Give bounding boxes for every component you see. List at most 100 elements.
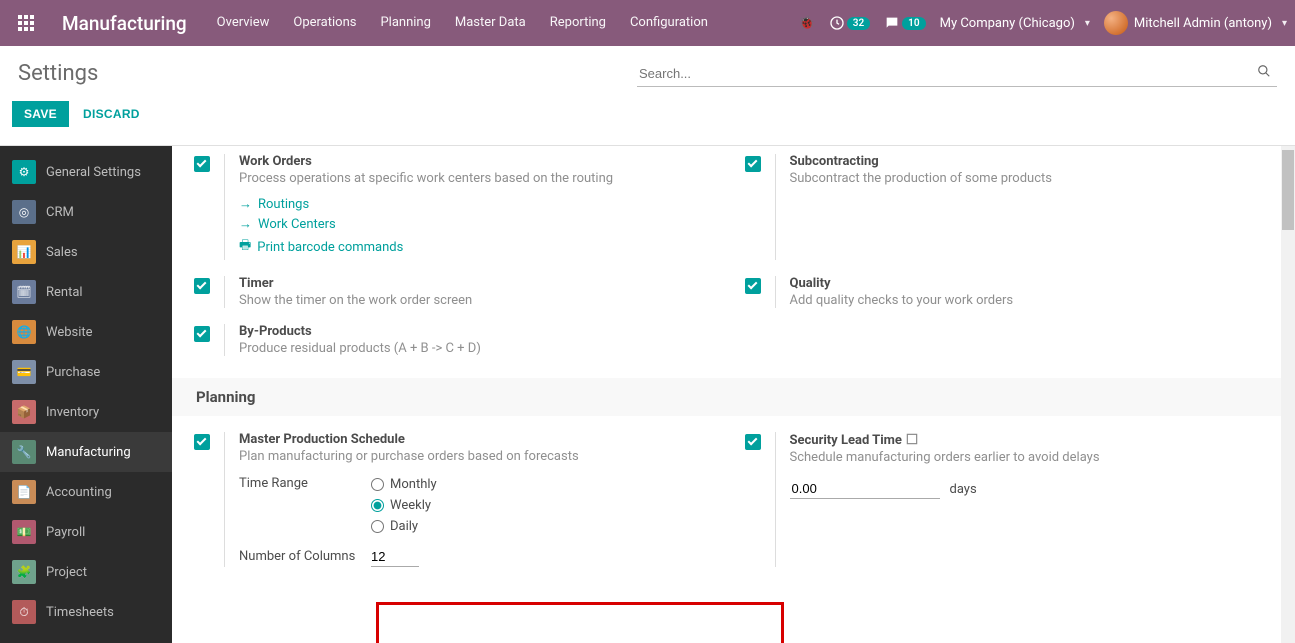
sidebar-item-label: Rental (46, 285, 83, 300)
page-title: Settings (18, 61, 98, 86)
accounting-icon: 📄 (12, 480, 36, 504)
sales-icon: 📊 (12, 240, 36, 264)
setting-desc: Process operations at specific work cent… (239, 171, 725, 186)
checkbox-byproducts[interactable] (194, 326, 210, 342)
nav-reporting[interactable]: Reporting (538, 0, 618, 46)
setting-desc: Plan manufacturing or purchase orders ba… (239, 449, 725, 464)
radio-monthly[interactable] (371, 478, 384, 491)
sidebar-item-rental[interactable]: 🗓 Rental (0, 272, 172, 312)
days-unit: days (950, 482, 977, 497)
sidebar-item-label: Inventory (46, 405, 99, 420)
company-name: My Company (Chicago) (940, 16, 1075, 31)
inventory-icon: 📦 (12, 400, 36, 424)
lead-time-input[interactable] (790, 479, 940, 499)
nav-operations[interactable]: Operations (281, 0, 368, 46)
search-bar[interactable] (637, 60, 1277, 87)
checkbox-quality[interactable] (745, 278, 761, 294)
sidebar-item-inventory[interactable]: 📦 Inventory (0, 392, 172, 432)
checkbox-timer[interactable] (194, 278, 210, 294)
setting-title: Quality (790, 276, 1276, 291)
sidebar-item-timesheets[interactable]: ⏱ Timesheets (0, 592, 172, 632)
checkbox-mps[interactable] (194, 434, 210, 450)
sidebar-item-accounting[interactable]: 📄Accounting (0, 472, 172, 512)
discuss-badge: 10 (902, 17, 925, 30)
setting-security-lead-time: Security Lead Time Schedule manufacturin… (745, 424, 1295, 575)
sidebar-item-label: Manufacturing (46, 445, 131, 460)
radio-daily[interactable] (371, 520, 384, 533)
setting-subcontracting: Subcontracting Subcontract the productio… (745, 146, 1295, 268)
search-icon[interactable] (1253, 64, 1275, 82)
arrow-icon: → (239, 196, 252, 212)
user-menu[interactable]: Mitchell Admin (antony) (1104, 11, 1287, 35)
nav-master-data[interactable]: Master Data (443, 0, 538, 46)
sidebar-item-sales[interactable]: 📊Sales (0, 232, 172, 272)
setting-desc: Add quality checks to your work orders (790, 293, 1276, 308)
manufacturing-icon: 🔧 (12, 440, 36, 464)
setting-title: Master Production Schedule (239, 432, 725, 447)
arrow-icon: → (239, 216, 252, 232)
company-switcher[interactable]: My Company (Chicago) (940, 16, 1090, 31)
sidebar-item-label: Timesheets (46, 605, 114, 620)
discard-button[interactable]: DISCARD (83, 107, 140, 121)
sidebar-item-website[interactable]: 🌐 Website (0, 312, 172, 352)
radio-weekly[interactable] (371, 499, 384, 512)
purchase-icon: 💳 (12, 360, 36, 384)
sidebar-item-general-settings[interactable]: ⚙General Settings (0, 152, 172, 192)
setting-title: Work Orders (239, 154, 725, 169)
sidebar-item-project[interactable]: 🧩 Project (0, 552, 172, 592)
sidebar-item-label: Website (46, 325, 93, 340)
link-print-barcode-commands[interactable]: 🖶Print barcode commands (239, 234, 725, 260)
checkbox-security-lead-time[interactable] (745, 434, 761, 450)
crm-icon: ◎ (12, 200, 36, 224)
setting-mps: Master Production Schedule Plan manufact… (194, 424, 745, 575)
checkbox-subcontracting[interactable] (745, 156, 761, 172)
nav-configuration[interactable]: Configuration (618, 0, 720, 46)
settings-sidebar: ⚙General Settings◎CRM📊Sales 🗓 Rental 🌐 Websi… (0, 146, 172, 643)
setting-timer: Timer Show the timer on the work order s… (194, 268, 745, 316)
checkbox-work-orders[interactable] (194, 156, 210, 172)
nav-overview[interactable]: Overview (205, 0, 282, 46)
section-planning: Planning (172, 378, 1295, 416)
rental-icon: 🗓 (12, 280, 36, 304)
sidebar-item-payroll[interactable]: 💵Payroll (0, 512, 172, 552)
app-brand[interactable]: Manufacturing (44, 12, 205, 35)
bug-icon[interactable] (799, 16, 815, 31)
setting-title: Subcontracting (790, 154, 1276, 169)
time-range-weekly[interactable]: Weekly (371, 495, 437, 516)
columns-input[interactable] (371, 547, 419, 567)
activities-button[interactable]: 32 (829, 15, 870, 31)
sidebar-item-purchase[interactable]: 💳 Purchase (0, 352, 172, 392)
time-range-label: Time Range (239, 474, 359, 491)
sidebar-item-label: Project (46, 565, 87, 580)
project-icon: 🧩 (12, 560, 36, 584)
avatar (1104, 11, 1128, 35)
timesheets-icon: ⏱ (12, 600, 36, 624)
sidebar-item-manufacturing[interactable]: 🔧 Manufacturing (0, 432, 172, 472)
scrollbar[interactable] (1281, 146, 1295, 643)
sidebar-item-label: Purchase (46, 365, 100, 380)
setting-byproducts: By-Products Produce residual products (A… (194, 316, 745, 364)
setting-work-orders: Work Orders Process operations at specif… (194, 146, 745, 268)
setting-title: By-Products (239, 324, 725, 339)
discuss-button[interactable]: 10 (884, 15, 925, 31)
columns-label: Number of Columns (239, 547, 359, 564)
activities-badge: 32 (847, 17, 870, 30)
website-icon: 🌐 (12, 320, 36, 344)
setting-desc: Schedule manufacturing orders earlier to… (790, 450, 1276, 465)
sidebar-item-crm[interactable]: ◎CRM (0, 192, 172, 232)
time-range-daily[interactable]: Daily (371, 516, 437, 537)
link-work-centers[interactable]: →Work Centers (239, 214, 725, 234)
setting-title: Timer (239, 276, 725, 291)
nav-planning[interactable]: Planning (368, 0, 442, 46)
time-range-monthly[interactable]: Monthly (371, 474, 437, 495)
search-input[interactable] (639, 66, 1253, 81)
scrollbar-thumb[interactable] (1282, 150, 1294, 230)
apps-menu-icon[interactable] (8, 15, 44, 31)
sidebar-item-label: Payroll (46, 525, 85, 540)
link-routings[interactable]: →Routings (239, 194, 725, 214)
user-name: Mitchell Admin (antony) (1134, 16, 1272, 31)
save-button[interactable]: SAVE (12, 101, 69, 127)
setting-desc: Show the timer on the work order screen (239, 293, 725, 308)
company-icon (905, 432, 919, 446)
setting-quality: Quality Add quality checks to your work … (745, 268, 1295, 316)
